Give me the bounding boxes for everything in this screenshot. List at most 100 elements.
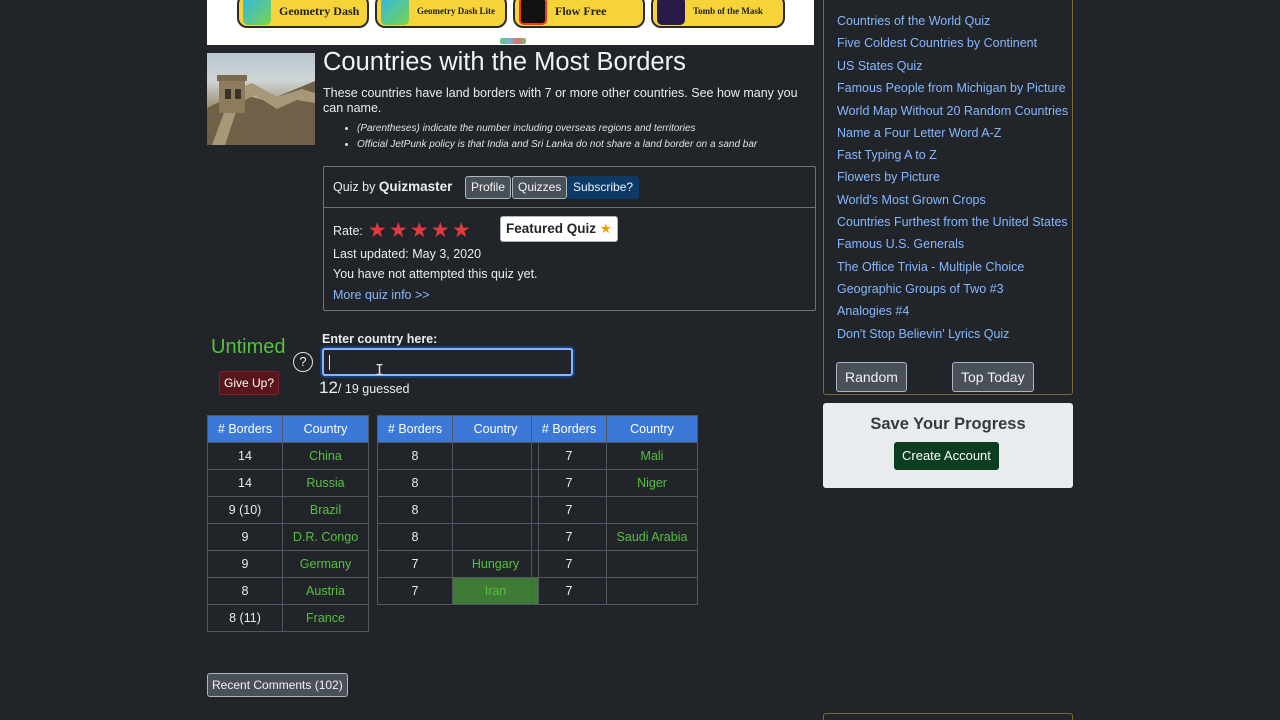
flow-free-icon bbox=[519, 0, 547, 25]
header-country: Country bbox=[452, 415, 539, 443]
top-today-button[interactable]: Top Today bbox=[952, 362, 1034, 392]
borders-cell: 9 bbox=[207, 550, 283, 578]
sidebar-quiz-list: Countries of the World Quiz Five Coldest… bbox=[823, 0, 1073, 395]
star-icon[interactable]: ★ bbox=[431, 220, 450, 241]
geometry-dash-icon bbox=[243, 0, 271, 25]
give-up-button[interactable]: Give Up? bbox=[219, 371, 280, 395]
sidebar-quiz-link[interactable]: Fast Typing A to Z bbox=[837, 148, 937, 162]
borders-cell: 8 bbox=[377, 523, 453, 551]
sidebar-quiz-link[interactable]: Flowers by Picture bbox=[837, 170, 940, 184]
help-icon[interactable]: ? bbox=[293, 352, 313, 372]
quizzes-button[interactable]: Quizzes bbox=[512, 176, 568, 199]
guessed-count: 12 bbox=[319, 378, 338, 397]
note-item: Official JetPunk policy is that India an… bbox=[357, 137, 757, 153]
country-cell: China bbox=[282, 442, 369, 470]
sidebar-quiz-link[interactable]: Countries Furthest from the United State… bbox=[837, 215, 1068, 229]
country-cell: Niger bbox=[606, 469, 698, 497]
quiz-description: These countries have land borders with 7… bbox=[323, 86, 798, 115]
rating-stars[interactable]: ★ ★ ★ ★ ★ bbox=[368, 220, 471, 241]
ad-choices-icon[interactable] bbox=[500, 38, 526, 44]
country-cell bbox=[606, 496, 698, 524]
sidebar-quiz-link[interactable]: US States Quiz bbox=[837, 59, 922, 73]
table-row: 8 bbox=[377, 496, 539, 524]
featured-label: Featured Quiz bbox=[506, 221, 597, 236]
country-cell: Brazil bbox=[282, 496, 369, 524]
sidebar-quiz-link[interactable]: Analogies #4 bbox=[837, 304, 909, 318]
text-cursor-icon: I bbox=[375, 361, 385, 379]
table-row: 14 China bbox=[207, 442, 369, 470]
borders-cell: 8 bbox=[377, 469, 453, 497]
country-cell bbox=[606, 550, 698, 578]
sidebar-quiz-link[interactable]: Don't Stop Believin' Lyrics Quiz bbox=[837, 327, 1009, 341]
author-name[interactable]: Quizmaster bbox=[379, 179, 453, 194]
table-row: 9 D.R. Congo bbox=[207, 523, 369, 551]
header-country: Country bbox=[282, 415, 369, 443]
star-icon[interactable]: ★ bbox=[368, 220, 387, 241]
quiz-notes: (Parentheses) indicate the number includ… bbox=[357, 121, 757, 152]
more-quiz-info-link[interactable]: More quiz info >> bbox=[333, 288, 430, 302]
random-button[interactable]: Random bbox=[836, 362, 907, 392]
author-line: Quiz by Quizmaster bbox=[333, 179, 452, 194]
guess-counter: 12/ 19 guessed bbox=[319, 378, 410, 398]
table-row: 8 bbox=[377, 442, 539, 470]
entry-label: Enter country here: bbox=[322, 332, 438, 346]
table-row: 7 Mali bbox=[531, 442, 698, 470]
header-country: Country bbox=[606, 415, 698, 443]
ad-tile-geometry-dash[interactable]: Geometry Dash bbox=[237, 0, 369, 28]
subscribe-button[interactable]: Subscribe? bbox=[567, 176, 640, 199]
ad-label: Geometry Dash Lite bbox=[417, 6, 495, 16]
borders-cell: 8 bbox=[377, 442, 453, 470]
country-cell: Germany bbox=[282, 550, 369, 578]
table-row: 7 Saudi Arabia bbox=[531, 523, 698, 551]
country-input[interactable] bbox=[322, 348, 573, 376]
profile-button[interactable]: Profile bbox=[465, 176, 512, 199]
note-item: (Parentheses) indicate the number includ… bbox=[357, 121, 757, 137]
table-row: 7 Iran bbox=[377, 577, 539, 605]
sidebar-quiz-link[interactable]: World Map Without 20 Random Countries bbox=[837, 104, 1068, 118]
country-cell: France bbox=[282, 604, 369, 632]
quiz-info-box: Quiz by Quizmaster Profile Quizzes Subsc… bbox=[323, 166, 816, 311]
sidebar-quiz-link[interactable]: Five Coldest Countries by Continent bbox=[837, 36, 1037, 50]
borders-cell: 9 (10) bbox=[207, 496, 283, 524]
sidebar-quiz-link[interactable]: Name a Four Letter Word A-Z bbox=[837, 126, 1001, 140]
guessed-total: / 19 guessed bbox=[337, 382, 410, 396]
sidebar-quiz-link[interactable]: Geographic Groups of Two #3 bbox=[837, 282, 1004, 296]
text-caret bbox=[329, 355, 330, 370]
ad-tile-flow-free[interactable]: Flow Free bbox=[513, 0, 645, 28]
country-cell bbox=[452, 496, 539, 524]
borders-cell: 14 bbox=[207, 469, 283, 497]
ad-tile-geometry-dash-lite[interactable]: Geometry Dash Lite bbox=[375, 0, 507, 28]
ad-tile-tomb-of-the-mask[interactable]: Tomb of the Mask bbox=[651, 0, 785, 28]
star-icon[interactable]: ★ bbox=[452, 220, 471, 241]
ad-banner[interactable]: Geometry Dash Geometry Dash Lite Flow Fr… bbox=[207, 0, 814, 45]
borders-cell: 7 bbox=[377, 550, 453, 578]
country-cell: Austria bbox=[282, 577, 369, 605]
country-cell: Russia bbox=[282, 469, 369, 497]
create-account-button[interactable]: Create Account bbox=[894, 442, 999, 470]
table-row: 7 Hungary bbox=[377, 550, 539, 578]
sidebar-quiz-link[interactable]: The Office Trivia - Multiple Choice bbox=[837, 260, 1024, 274]
attempt-status: You have not attempted this quiz yet. bbox=[333, 267, 538, 281]
ad-label: Geometry Dash bbox=[279, 3, 360, 18]
sidebar-quiz-link[interactable]: Famous People from Michigan by Picture bbox=[837, 81, 1066, 95]
borders-cell: 7 bbox=[531, 550, 607, 578]
rate-label: Rate: bbox=[333, 224, 363, 238]
country-cell: D.R. Congo bbox=[282, 523, 369, 551]
table-row: 14 Russia bbox=[207, 469, 369, 497]
author-row: Quiz by Quizmaster Profile Quizzes Subsc… bbox=[324, 167, 815, 208]
table-row: 8 Austria bbox=[207, 577, 369, 605]
table-row: 8 (11) France bbox=[207, 604, 369, 632]
borders-cell: 7 bbox=[531, 496, 607, 524]
borders-cell: 7 bbox=[531, 577, 607, 605]
answer-table-1: # Borders Country 14 China 14 Russia 9 (10… bbox=[207, 415, 369, 632]
sidebar-quiz-link[interactable]: World's Most Grown Crops bbox=[837, 193, 986, 207]
recent-comments-button[interactable]: Recent Comments (102) bbox=[207, 673, 348, 697]
sidebar-quiz-link[interactable]: Famous U.S. Generals bbox=[837, 237, 964, 251]
star-icon[interactable]: ★ bbox=[410, 220, 429, 241]
star-icon[interactable]: ★ bbox=[389, 220, 408, 241]
featured-quiz-badge[interactable]: Featured Quiz ★ bbox=[500, 216, 618, 242]
borders-cell: 8 (11) bbox=[207, 604, 283, 632]
borders-cell: 8 bbox=[207, 577, 283, 605]
table-row: 9 Germany bbox=[207, 550, 369, 578]
sidebar-quiz-link[interactable]: Countries of the World Quiz bbox=[837, 14, 990, 28]
